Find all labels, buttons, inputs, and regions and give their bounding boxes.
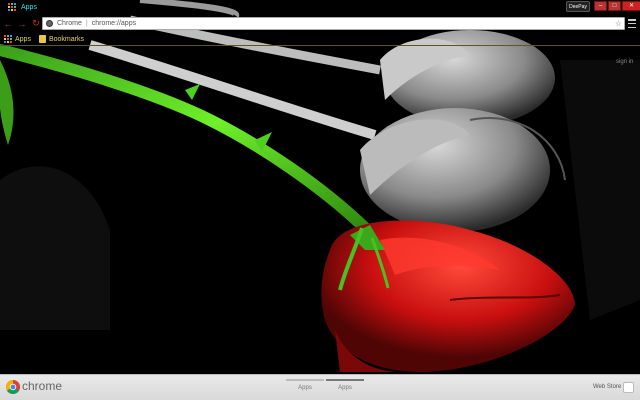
forward-arrow-icon: → — [17, 18, 27, 29]
menu-icon[interactable] — [628, 19, 636, 28]
tab-apps[interactable]: Apps — [4, 0, 194, 14]
web-store-icon[interactable] — [623, 382, 634, 393]
apps-grid-icon — [4, 35, 12, 43]
page-tab-1[interactable]: Apps — [286, 375, 324, 400]
bottom-bar: chrome Apps Apps Web Store — [0, 374, 640, 400]
page-indicator — [286, 379, 324, 381]
minimize-button[interactable]: – — [594, 1, 607, 11]
omnibox-url: chrome://apps — [91, 20, 137, 27]
chrome-brand-text: chrome — [22, 379, 63, 393]
toolbar: ← → ↻ Chrome | chrome://apps ☆ — [0, 14, 640, 33]
omnibox-separator: | — [85, 20, 88, 27]
back-button[interactable]: ← — [2, 18, 14, 30]
bookmark-label: Apps — [15, 35, 31, 43]
profile-button[interactable]: DeePay — [566, 1, 590, 12]
chrome-logo-icon — [6, 380, 20, 394]
window-controls: – □ ✕ — [594, 1, 640, 11]
folder-icon — [38, 35, 46, 43]
bookmark-label: Bookmarks — [48, 35, 84, 43]
reload-button[interactable]: ↻ — [30, 18, 42, 30]
forward-button[interactable]: → — [16, 18, 28, 30]
page-tab-label: Apps — [298, 385, 312, 391]
apps-icon — [8, 2, 17, 12]
reload-icon: ↻ — [32, 18, 40, 28]
sign-in-link[interactable]: sign in — [616, 59, 633, 65]
bookmark-star-icon[interactable]: ☆ — [615, 19, 622, 28]
bookmarks-bar: Apps Bookmarks — [0, 33, 640, 46]
tab-title: Apps — [21, 3, 37, 11]
bookmark-folder[interactable]: Bookmarks — [38, 35, 84, 43]
omnibox[interactable]: Chrome | chrome://apps ☆ — [42, 17, 625, 30]
maximize-button[interactable]: □ — [608, 1, 621, 11]
page-tab-2[interactable]: Apps — [326, 375, 364, 400]
back-arrow-icon: ← — [3, 18, 13, 29]
omnibox-chip: Chrome — [57, 20, 82, 27]
page-indicator-active — [326, 379, 364, 381]
title-bar: Apps DeePay – □ ✕ — [0, 0, 640, 14]
page-tab-label: Apps — [338, 385, 352, 391]
bookmark-apps[interactable]: Apps — [4, 35, 31, 43]
web-store-link[interactable]: Web Store — [593, 384, 621, 390]
chrome-page-icon — [46, 20, 53, 27]
close-button[interactable]: ✕ — [622, 1, 640, 11]
theme-background-image — [0, 0, 640, 400]
